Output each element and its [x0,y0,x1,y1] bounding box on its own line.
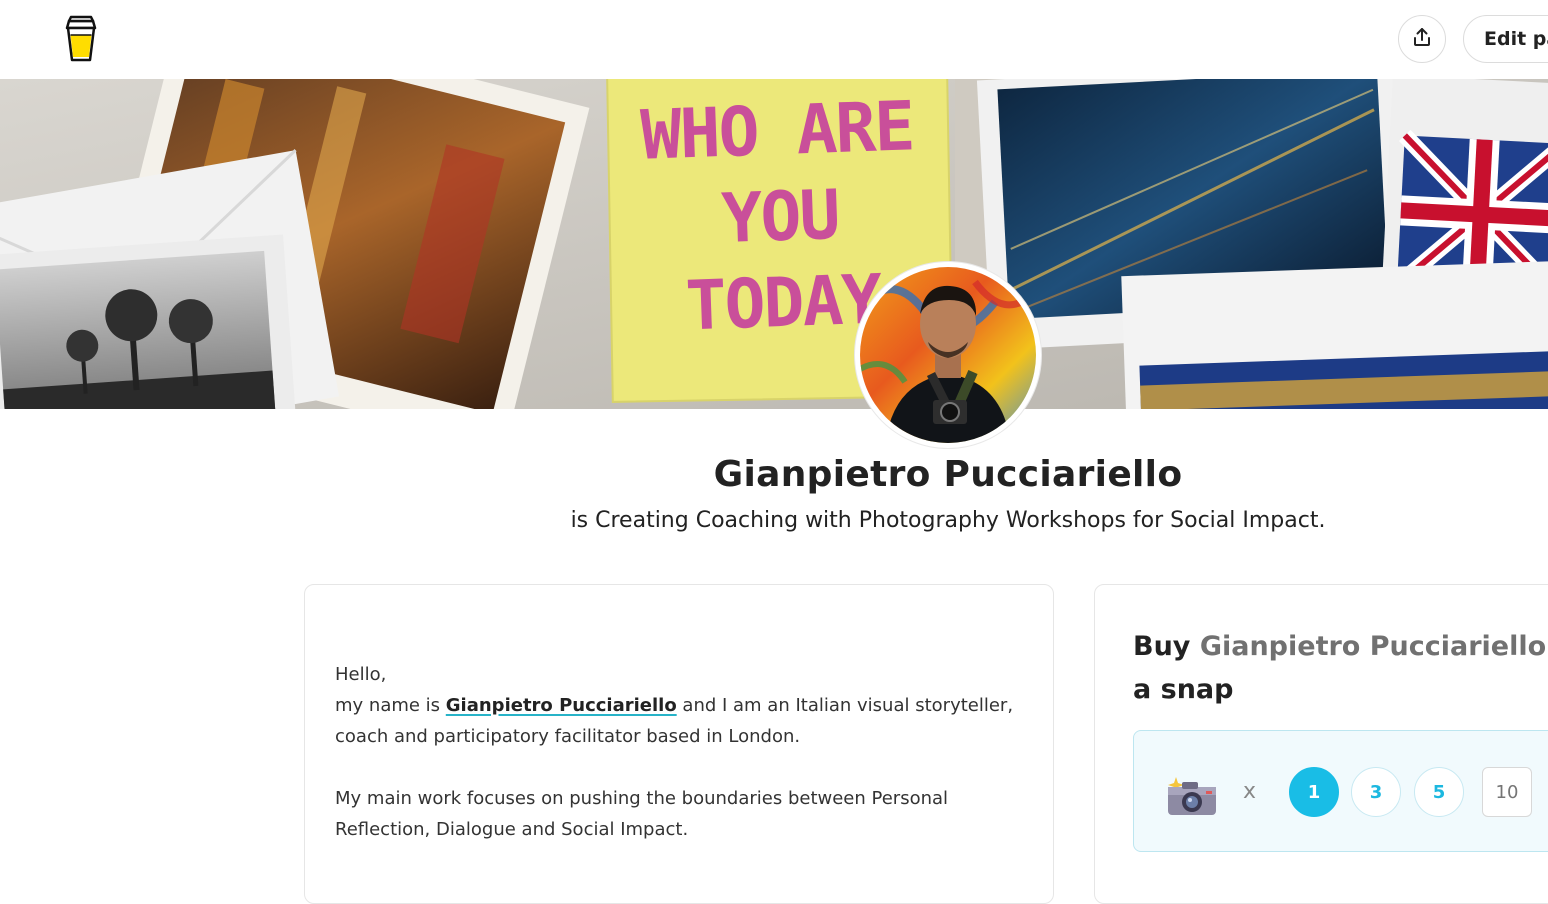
about-intro-before: my name is [335,695,446,716]
quantity-option-1[interactable]: 1 [1289,767,1339,817]
support-title: Buy Gianpietro Pucciariello a snap [1133,625,1548,711]
avatar [855,262,1041,448]
creator-tagline: is Creating Coaching with Photography Wo… [570,508,1326,533]
cover-image: WHO ARE YOU TODAY [0,79,1548,409]
about-card: Hello, my name is Gianpietro Pucciariell… [304,584,1054,904]
about-greeting: Hello, [335,664,387,685]
multiplier-symbol: x [1243,779,1257,804]
camera-sparkle-icon [1166,773,1218,817]
creator-name-link[interactable]: Gianpietro Pucciariello [446,695,677,716]
share-button[interactable] [1398,15,1446,63]
support-card: Buy Gianpietro Pucciariello a snap x 1 3… [1094,584,1548,904]
support-title-name: Gianpietro Pucciariello [1199,631,1547,662]
creator-name: Gianpietro Pucciariello [713,454,1183,495]
custom-quantity-input[interactable] [1482,767,1532,817]
about-text: Hello, my name is Gianpietro Pucciariell… [335,659,1015,845]
quantity-selector: x 1 3 5 [1133,730,1548,852]
quantity-option-3[interactable]: 3 [1351,767,1401,817]
coffee-cup-icon[interactable] [62,15,100,63]
about-intro: my name is Gianpietro Pucciariello and I… [335,690,1015,752]
quantity-option-5[interactable]: 5 [1414,767,1464,817]
sticky-note-line: YOU [720,175,840,260]
support-title-suffix: a snap [1133,674,1234,705]
edit-page-button[interactable]: Edit pa [1463,15,1548,63]
top-navigation-bar: Edit pa [0,0,1548,79]
share-upload-icon [1411,26,1433,52]
about-paragraph: My main work focuses on pushing the boun… [335,788,949,840]
support-title-prefix: Buy [1133,631,1200,662]
sticky-note-line: WHO ARE [639,87,915,176]
